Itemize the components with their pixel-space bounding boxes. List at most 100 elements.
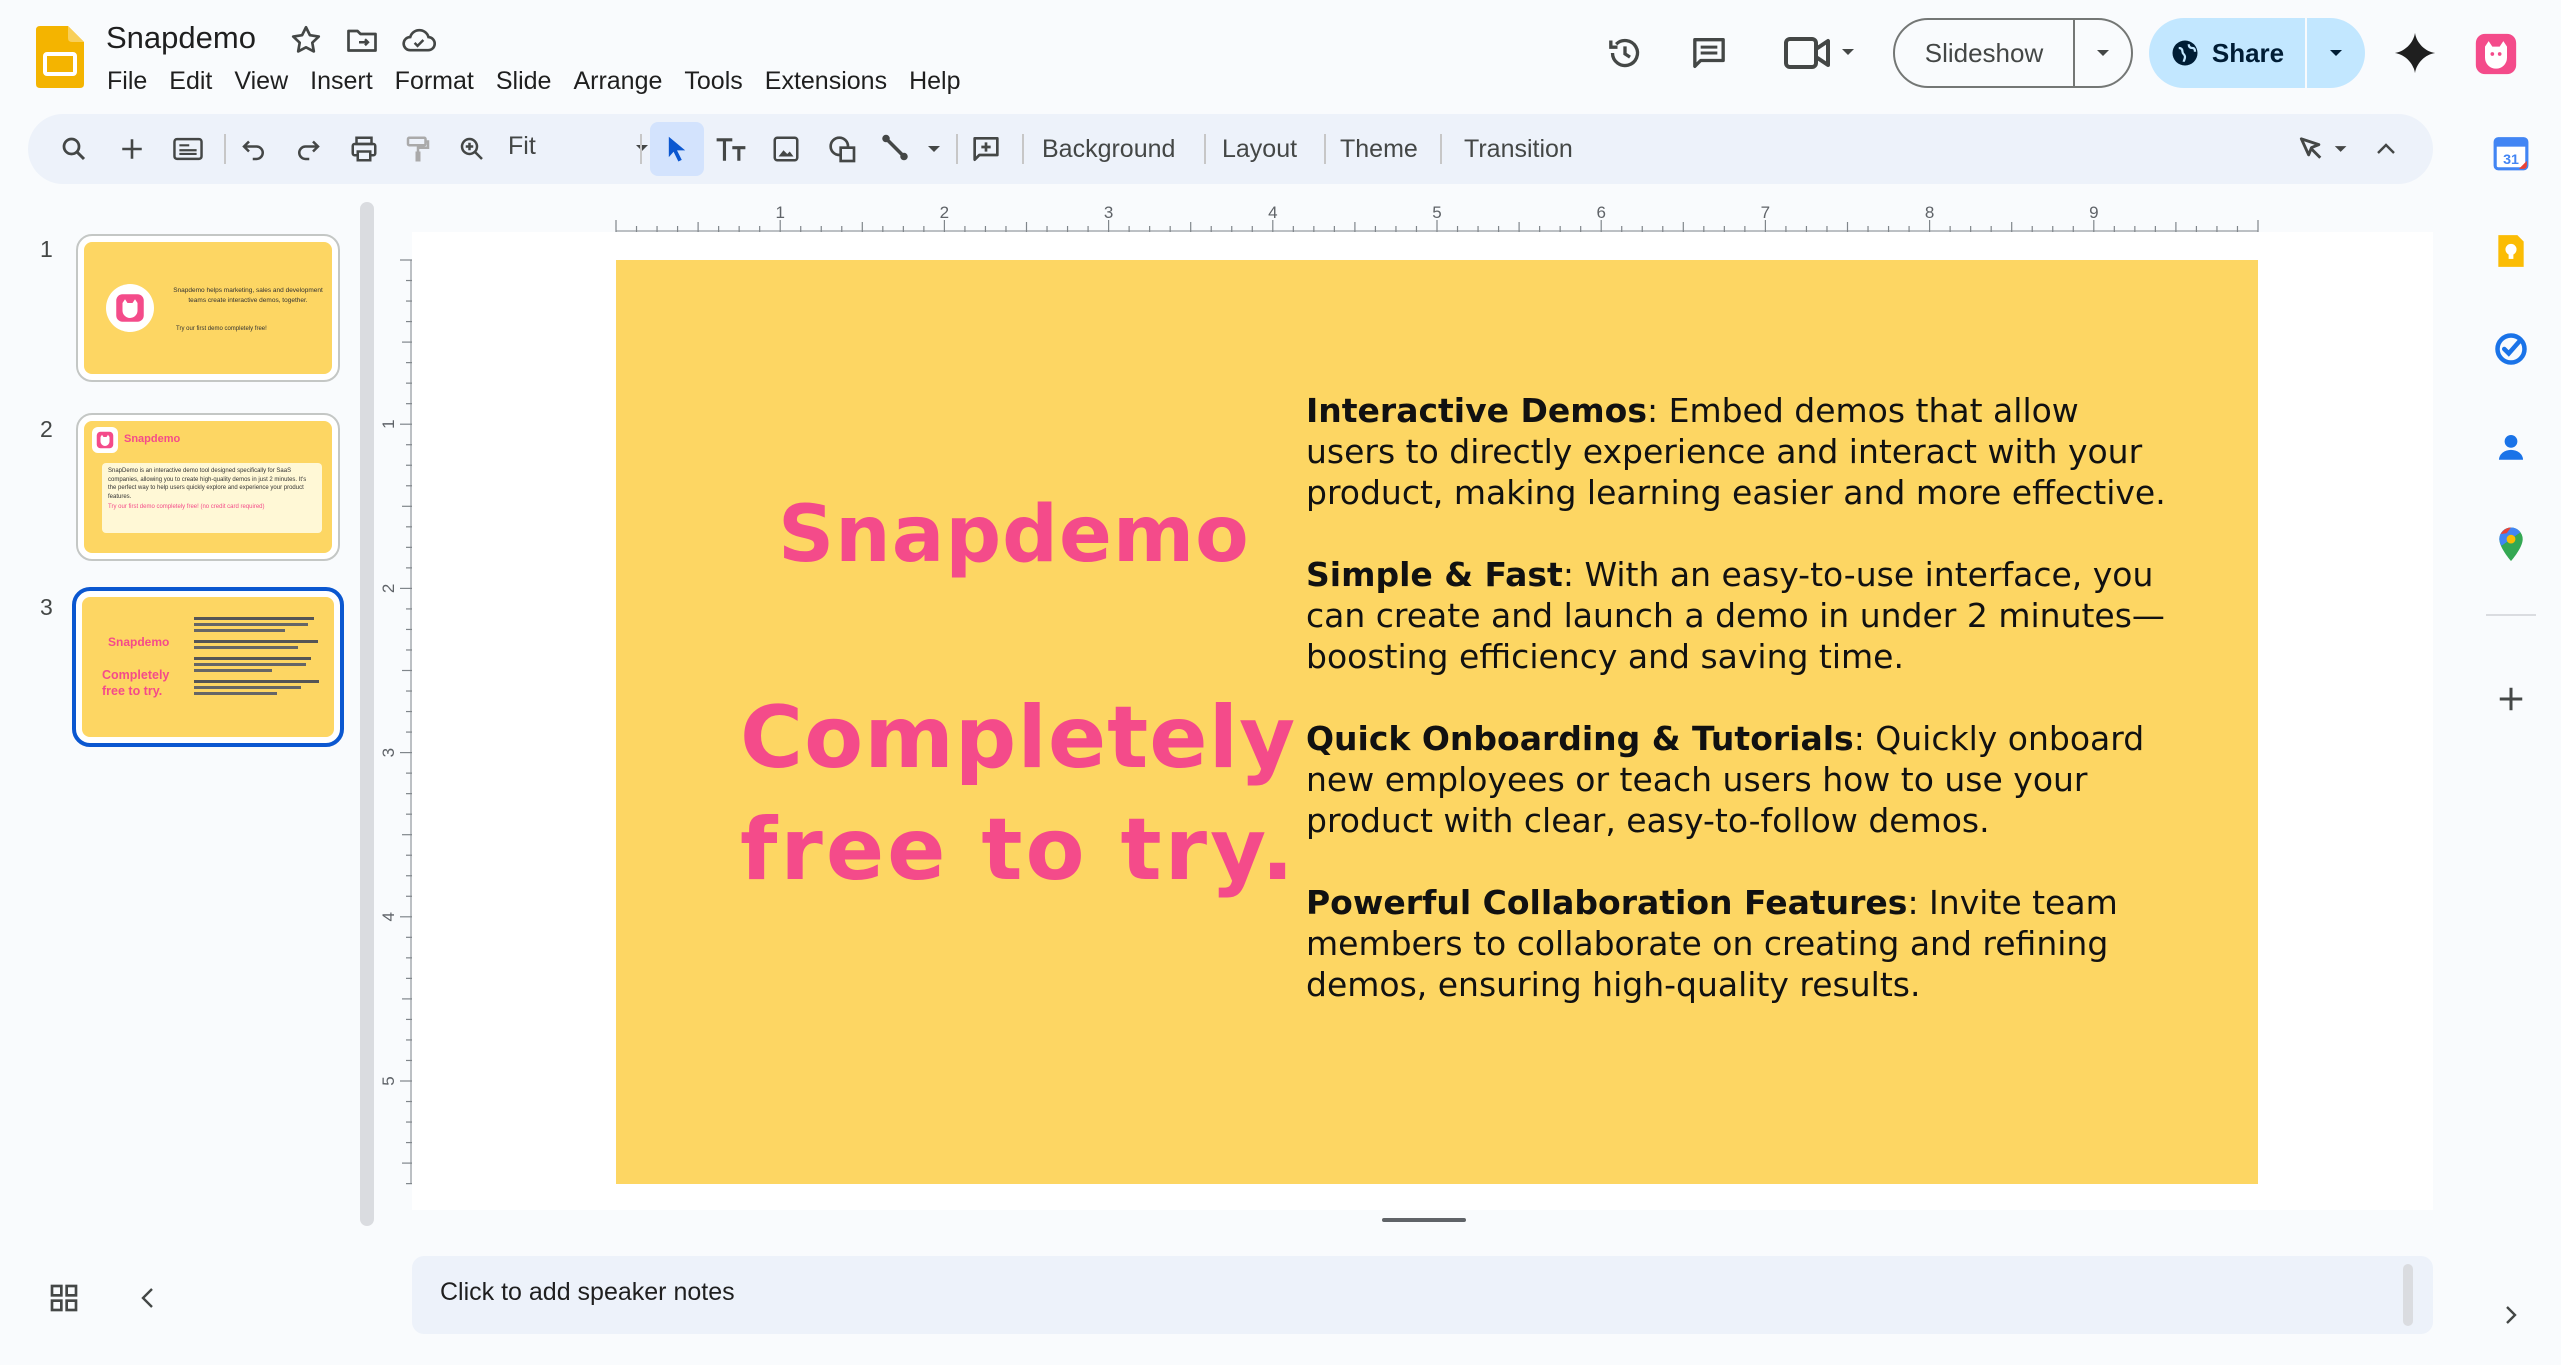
line-icon[interactable] xyxy=(878,129,948,169)
thumb-1-text: Snapdemo helps marketing, sales and deve… xyxy=(173,287,323,304)
paint-format-icon[interactable] xyxy=(398,129,438,169)
slide-number: 1 xyxy=(40,236,53,262)
image-icon[interactable] xyxy=(766,129,806,169)
keep-icon[interactable] xyxy=(2486,226,2536,276)
ruler-label: 1 xyxy=(380,419,398,428)
snapdemo-logo-icon xyxy=(92,427,118,453)
feature-heading: Simple & Fast xyxy=(1306,555,1563,594)
ruler-label: 4 xyxy=(1268,203,1277,222)
ruler-label: 6 xyxy=(1596,203,1605,222)
gemini-icon[interactable] xyxy=(2390,28,2440,78)
ruler-label: 4 xyxy=(380,912,398,921)
star-icon[interactable] xyxy=(288,22,324,58)
notes-scrollbar[interactable] xyxy=(2403,1264,2413,1326)
thumb-2-cta: Try our first demo completely free! (no … xyxy=(108,504,265,510)
filmstrip-scrollbar[interactable] xyxy=(360,202,374,1226)
cloud-saved-icon[interactable] xyxy=(400,22,437,58)
expand-side-panel-icon[interactable] xyxy=(2486,1290,2536,1340)
ruler-label: 3 xyxy=(380,748,398,757)
background-button[interactable]: Background xyxy=(1042,132,1175,166)
zoom-select[interactable]: Fit xyxy=(508,129,658,169)
plus-icon[interactable] xyxy=(2486,674,2536,724)
share-button[interactable]: Share xyxy=(2149,18,2365,88)
slide-thumbnail-2[interactable]: Snapdemo SnapDemo is an interactive demo… xyxy=(76,413,340,561)
menu-arrange[interactable]: Arrange xyxy=(562,64,673,98)
vertical-ruler[interactable]: 1 2 3 4 5 xyxy=(380,232,412,1210)
share-dropdown-icon[interactable] xyxy=(2307,48,2365,58)
menu-file[interactable]: File xyxy=(106,64,158,98)
thumb-3-brand: Snapdemo xyxy=(108,635,170,649)
menu-view[interactable]: View xyxy=(223,64,299,98)
toolbar: Fit Background Layout Theme Transition xyxy=(28,114,2433,184)
tasks-icon[interactable] xyxy=(2486,324,2536,374)
menu-insert[interactable]: Insert xyxy=(299,64,384,98)
meet-icon[interactable] xyxy=(1782,30,1862,76)
slide-title[interactable]: Snapdemo xyxy=(778,490,1250,580)
select-tool-icon[interactable] xyxy=(650,122,704,176)
ruler-label: 2 xyxy=(380,584,398,593)
shape-icon[interactable] xyxy=(822,129,862,169)
menu-slide[interactable]: Slide xyxy=(485,64,563,98)
slide-thumbnail-1[interactable]: Snapdemo helps marketing, sales and deve… xyxy=(76,234,340,382)
slideshow-label: Slideshow xyxy=(1924,37,2044,68)
slideshow-dropdown-icon[interactable] xyxy=(2075,48,2131,58)
notes-resize-handle[interactable] xyxy=(1382,1218,1466,1222)
slide-number: 2 xyxy=(40,416,53,442)
ruler-label: 9 xyxy=(2089,203,2098,222)
layout-picker-icon[interactable] xyxy=(168,129,208,169)
layout-button[interactable]: Layout xyxy=(1222,132,1297,166)
document-title[interactable]: Snapdemo xyxy=(106,20,256,56)
text-box-icon[interactable] xyxy=(711,129,751,169)
feature-paragraph: Simple & Fast: With an easy-to-use inter… xyxy=(1306,554,2166,677)
transition-button[interactable]: Transition xyxy=(1464,132,1573,166)
slide-features-text[interactable]: Interactive Demos: Embed demos that allo… xyxy=(1306,390,2166,1046)
feature-paragraph: Powerful Collaboration Features: Invite … xyxy=(1306,882,2166,1005)
feature-paragraph: Interactive Demos: Embed demos that allo… xyxy=(1306,390,2166,513)
snapdemo-extension-icon[interactable] xyxy=(2472,30,2520,78)
snapdemo-logo-icon xyxy=(106,284,154,332)
collapse-icon[interactable] xyxy=(2366,129,2406,169)
grid-view-icon[interactable] xyxy=(48,1282,80,1314)
history-icon[interactable] xyxy=(1602,30,1648,76)
slide-subtitle-line-2[interactable]: free to try. xyxy=(740,800,1297,900)
side-panel-divider xyxy=(2486,614,2536,616)
slide-subtitle-line-1[interactable]: Completely xyxy=(740,688,1296,788)
menu-help[interactable]: Help xyxy=(898,64,971,98)
slide-thumbnail-3[interactable]: Snapdemo Completely free to try. xyxy=(72,587,344,747)
ruler-label: 1 xyxy=(775,203,784,222)
theme-button[interactable]: Theme xyxy=(1340,132,1418,166)
slideshow-button[interactable]: Slideshow xyxy=(1893,18,2133,88)
menu-bar: File Edit View Insert Format Slide Arran… xyxy=(106,64,972,98)
print-icon[interactable] xyxy=(344,129,384,169)
calendar-icon[interactable]: 31 xyxy=(2486,128,2536,178)
share-label: Share xyxy=(2211,37,2285,68)
thumb-3-features xyxy=(194,613,324,698)
pen-icon[interactable] xyxy=(2294,129,2364,169)
add-comment-icon[interactable] xyxy=(966,129,1006,169)
ruler-label: 2 xyxy=(940,203,949,222)
search-icon[interactable] xyxy=(54,129,94,169)
comment-icon[interactable] xyxy=(1686,30,1732,76)
menu-tools[interactable]: Tools xyxy=(673,64,753,98)
thumb-2-card: SnapDemo is an interactive demo tool des… xyxy=(102,463,322,533)
menu-edit[interactable]: Edit xyxy=(158,64,223,98)
speaker-notes[interactable]: Click to add speaker notes xyxy=(412,1256,2433,1334)
undo-icon[interactable] xyxy=(234,129,274,169)
zoom-dropdown-icon xyxy=(634,143,650,153)
slides-logo[interactable] xyxy=(36,26,84,88)
zoom-icon[interactable] xyxy=(452,129,492,169)
slide-number: 3 xyxy=(40,594,53,620)
redo-icon[interactable] xyxy=(288,129,328,169)
horizontal-ruler[interactable]: 1 2 3 4 5 6 7 8 9 xyxy=(412,200,2433,232)
maps-icon[interactable] xyxy=(2486,520,2536,570)
thumb-2-text: SnapDemo is an interactive demo tool des… xyxy=(108,468,307,500)
feature-heading: Quick Onboarding & Tutorials xyxy=(1306,719,1854,758)
move-to-folder-icon[interactable] xyxy=(344,22,380,58)
slide-3[interactable]: Snapdemo Completely free to try. Interac… xyxy=(616,260,2258,1184)
ruler-label: 5 xyxy=(1432,203,1441,222)
menu-format[interactable]: Format xyxy=(384,64,485,98)
menu-extensions[interactable]: Extensions xyxy=(754,64,898,98)
collapse-filmstrip-icon[interactable] xyxy=(136,1284,160,1312)
new-slide-icon[interactable] xyxy=(112,129,152,169)
contacts-icon[interactable] xyxy=(2486,422,2536,472)
